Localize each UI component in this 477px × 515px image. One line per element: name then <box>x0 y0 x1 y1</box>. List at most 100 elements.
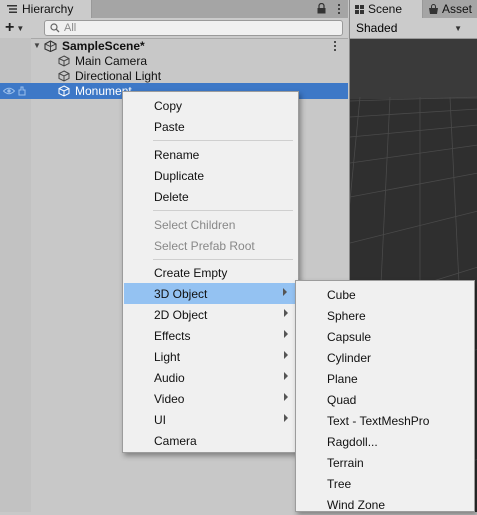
gameobject-cube-icon <box>58 70 70 82</box>
menu-item-duplicate[interactable]: Duplicate <box>123 165 298 186</box>
plus-icon: + <box>5 19 15 36</box>
menu-item-select-children: Select Children <box>123 214 298 235</box>
submenu-item-tree[interactable]: Tree <box>296 473 474 494</box>
submenu-3d-object: Cube Sphere Capsule Cylinder Plane Quad … <box>295 280 475 512</box>
submenu-item-label: Capsule <box>327 329 372 344</box>
submenu-item-text-textmeshpro[interactable]: Text - TextMeshPro <box>296 410 474 431</box>
menu-item-label: Camera <box>154 433 197 448</box>
menu-item-select-prefab-root: Select Prefab Root <box>123 235 298 256</box>
lock-icon[interactable] <box>317 3 326 14</box>
submenu-item-label: Quad <box>327 392 357 407</box>
submenu-item-terrain[interactable]: Terrain <box>296 452 474 473</box>
menu-item-rename[interactable]: Rename <box>123 144 298 165</box>
submenu-item-label: Wind Zone <box>327 497 386 512</box>
submenu-item-capsule[interactable]: Capsule <box>296 326 474 347</box>
menu-item-camera[interactable]: Camera <box>123 430 298 451</box>
submenu-item-label: Text - TextMeshPro <box>327 413 430 428</box>
tab-scene[interactable]: Scene <box>350 0 423 18</box>
search-icon <box>50 23 60 33</box>
menu-item-label: Effects <box>154 328 191 343</box>
menu-item-label: Select Children <box>154 217 236 232</box>
submenu-item-label: Cylinder <box>327 350 372 365</box>
menu-item-paste[interactable]: Paste <box>123 116 298 137</box>
menu-item-light[interactable]: Light <box>123 346 298 367</box>
menu-item-label: Select Prefab Root <box>154 238 255 253</box>
add-object-button[interactable]: + ▼ <box>5 20 29 36</box>
menu-item-label: Rename <box>154 147 200 162</box>
gameobject-cube-icon <box>58 55 70 67</box>
hierarchy-tabbar: Hierarchy <box>0 0 348 19</box>
submenu-item-quad[interactable]: Quad <box>296 389 474 410</box>
hierarchy-item-label: Directional Light <box>75 69 162 83</box>
submenu-item-sphere[interactable]: Sphere <box>296 305 474 326</box>
submenu-item-label: Ragdoll... <box>327 434 378 449</box>
submenu-item-cube[interactable]: Cube <box>296 284 474 305</box>
chevron-down-icon: ▼ <box>16 23 25 33</box>
shading-mode-label: Shaded <box>356 21 398 35</box>
chevron-down-icon: ▼ <box>454 23 462 33</box>
menu-item-video[interactable]: Video <box>123 388 298 409</box>
hierarchy-options-icon[interactable] <box>333 1 345 17</box>
menu-item-effects[interactable]: Effects <box>123 325 298 346</box>
submenu-item-label: Plane <box>327 371 358 386</box>
submenu-arrow-icon <box>284 351 288 359</box>
menu-item-label: Video <box>154 391 185 406</box>
menu-item-label: Duplicate <box>154 168 205 183</box>
submenu-item-plane[interactable]: Plane <box>296 368 474 389</box>
submenu-arrow-icon <box>284 330 288 338</box>
scene-name: SampleScene* <box>62 39 145 53</box>
hierarchy-item-directional-light[interactable]: Directional Light <box>0 68 348 84</box>
submenu-item-label: Tree <box>327 476 352 491</box>
pickable-hand-icon[interactable] <box>17 86 27 96</box>
submenu-item-label: Terrain <box>327 455 364 470</box>
hierarchy-item-label: Main Camera <box>75 54 148 68</box>
menu-item-3d-object[interactable]: 3D Object <box>124 283 297 304</box>
submenu-item-ragdoll[interactable]: Ragdoll... <box>296 431 474 452</box>
hierarchy-toolbar: + ▼ All <box>0 18 348 39</box>
tab-scene-label: Scene <box>368 2 403 16</box>
expand-arrow-icon[interactable]: ▼ <box>33 41 41 50</box>
menu-item-label: 2D Object <box>154 307 208 322</box>
asset-store-icon <box>429 3 438 14</box>
menu-item-label: Paste <box>154 119 185 134</box>
scene-grid-icon <box>355 4 364 14</box>
menu-item-label: Create Empty <box>154 265 228 280</box>
menu-item-label: 3D Object <box>154 286 208 301</box>
scene-toolbar: Shaded ▼ <box>350 18 477 39</box>
menu-item-label: Delete <box>154 189 189 204</box>
menu-item-label: Copy <box>154 98 183 113</box>
menu-item-create-empty[interactable]: Create Empty <box>123 262 298 283</box>
menu-item-label: Audio <box>154 370 185 385</box>
tab-hierarchy-label: Hierarchy <box>22 2 74 16</box>
scene-row[interactable]: ▼ SampleScene* <box>0 38 348 54</box>
search-placeholder: All <box>64 22 77 34</box>
menu-item-ui[interactable]: UI <box>123 409 298 430</box>
menu-item-audio[interactable]: Audio <box>123 367 298 388</box>
scene-options-icon[interactable] <box>329 38 341 54</box>
tab-hierarchy[interactable]: Hierarchy <box>0 0 92 18</box>
menu-separator <box>153 140 293 141</box>
submenu-item-label: Cube <box>327 287 356 302</box>
menu-item-copy[interactable]: Copy <box>123 95 298 116</box>
menu-separator <box>153 210 293 211</box>
scene-tabbar: Scene Asset <box>350 0 477 18</box>
shading-mode-dropdown[interactable]: Shaded ▼ <box>353 20 465 36</box>
context-menu: Copy Paste Rename Duplicate Delete Selec… <box>122 91 299 453</box>
hierarchy-item-main-camera[interactable]: Main Camera <box>0 53 348 69</box>
submenu-arrow-icon <box>284 309 288 317</box>
tab-assets[interactable]: Asset <box>424 0 477 18</box>
menu-item-label: UI <box>154 412 166 427</box>
unity-scene-icon <box>44 40 57 52</box>
tab-assets-label: Asset <box>442 2 473 16</box>
submenu-item-label: Sphere <box>327 308 366 323</box>
menu-item-label: Light <box>154 349 181 364</box>
menu-separator <box>153 259 293 260</box>
hierarchy-list-icon <box>7 5 17 13</box>
submenu-arrow-icon <box>284 393 288 401</box>
search-field[interactable]: All <box>44 20 343 36</box>
menu-item-delete[interactable]: Delete <box>123 186 298 207</box>
submenu-item-cylinder[interactable]: Cylinder <box>296 347 474 368</box>
menu-item-2d-object[interactable]: 2D Object <box>123 304 298 325</box>
gameobject-cube-icon <box>58 85 70 97</box>
visibility-eye-icon[interactable] <box>3 87 15 95</box>
